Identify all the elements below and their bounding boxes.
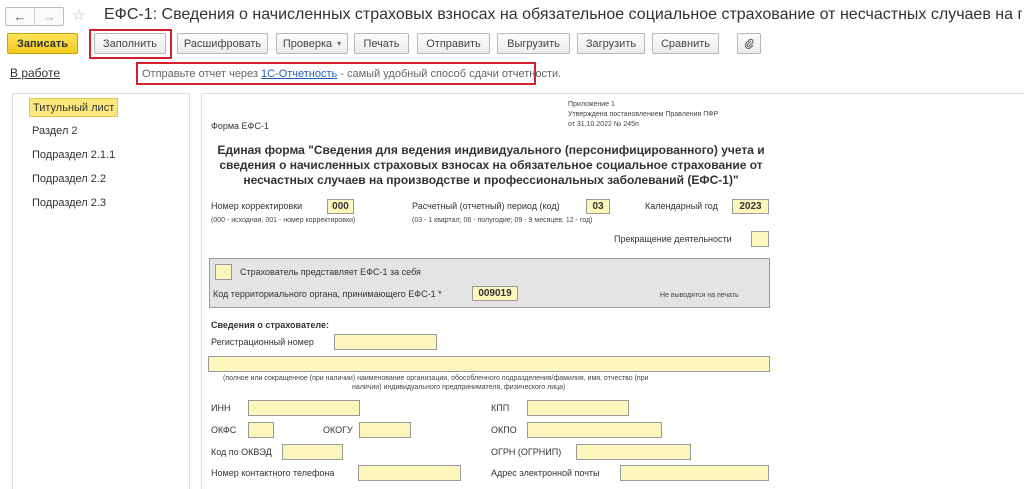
appendix-number: Приложение 1 (568, 101, 615, 108)
kpp-label: КПП (491, 403, 510, 413)
paperclip-icon (744, 38, 754, 49)
reporting-notice: Отправьте отчет через 1С-Отчетность - са… (136, 62, 561, 85)
registration-number-label: Регистрационный номер (211, 337, 314, 347)
decode-button[interactable]: Расшифровать (177, 33, 268, 54)
back-arrow-icon[interactable]: ← (6, 8, 34, 25)
check-button[interactable]: Проверка ▾ (276, 33, 348, 54)
insurer-section-heading: Сведения о страхователе: (211, 320, 329, 330)
organization-name-hint-1: (полное или сокращенное (при наличии) на… (223, 375, 649, 382)
appendix-approved: Утверждена постановлением Правления ПФР (568, 111, 719, 118)
ogrn-label: ОГРН (ОГРНИП) (491, 447, 562, 457)
compare-button[interactable]: Сравнить (652, 33, 719, 54)
calendar-year-field[interactable]: 2023 (732, 199, 769, 214)
ogrn-field[interactable] (576, 444, 691, 460)
sidebar-item-subsection-2-1-1[interactable]: Подраздел 2.1.1 (29, 146, 118, 165)
form-document: Приложение 1 Утверждена постановлением П… (201, 93, 1024, 489)
email-field[interactable] (620, 465, 769, 481)
appendix-date: от 31.10.2022 № 245п (568, 121, 639, 128)
forward-arrow-icon[interactable]: → (34, 8, 63, 25)
favorite-star-icon[interactable]: ☆ (72, 6, 85, 24)
window-title: ЕФС-1: Сведения о начисленных страховых … (104, 6, 1022, 23)
self-insurer-checkbox[interactable] (215, 264, 232, 280)
not-printed-note: Не выводятся на печать (660, 292, 739, 299)
okfs-field[interactable] (248, 422, 274, 438)
self-insurer-label: Страхователь представляет ЕФС-1 за себя (240, 267, 421, 277)
navigation-buttons: ← → (5, 7, 64, 26)
sidebar-item-subsection-2-3[interactable]: Подраздел 2.3 (29, 194, 109, 213)
territorial-body-label: Код территориального органа, принимающег… (213, 289, 442, 299)
territorial-body-field[interactable]: 009019 (472, 286, 518, 301)
sidebar-item-subsection-2-2[interactable]: Подраздел 2.2 (29, 170, 109, 189)
phone-field[interactable] (358, 465, 461, 481)
chevron-down-icon: ▾ (337, 39, 342, 48)
period-label: Расчетный (отчетный) период (код) (412, 201, 560, 211)
fill-button-highlight (89, 29, 172, 59)
okpo-field[interactable] (527, 422, 662, 438)
export-button[interactable]: Выгрузить (497, 33, 570, 54)
registration-number-field[interactable] (334, 334, 437, 350)
termination-checkbox[interactable] (751, 231, 769, 247)
sidebar-item-title-page[interactable]: Титульный лист (29, 98, 119, 117)
correction-number-label: Номер корректировки (211, 201, 303, 211)
inn-label: ИНН (211, 403, 231, 413)
termination-label: Прекращение деятельности (614, 234, 732, 244)
okved-label: Код по ОКВЭД (211, 447, 272, 457)
inn-field[interactable] (248, 400, 360, 416)
sections-sidebar: Титульный лист Раздел 2 Подраздел 2.1.1 … (12, 93, 190, 489)
period-field[interactable]: 03 (586, 199, 610, 214)
send-button[interactable]: Отправить (417, 33, 490, 54)
notice-text-before: Отправьте отчет через (142, 67, 258, 80)
kpp-field[interactable] (527, 400, 629, 416)
form-heading-line-1: Единая форма "Сведения для ведения индив… (217, 143, 765, 157)
print-button[interactable]: Печать (354, 33, 409, 54)
reporting-service-link[interactable]: 1С-Отчетность (261, 68, 337, 80)
correction-number-hint: (000 - исходная, 001 - номер корректиров… (211, 217, 356, 224)
okogu-field[interactable] (359, 422, 411, 438)
organization-name-hint-2: наличии) индивидуального предпринимателя… (352, 384, 566, 391)
status-link[interactable]: В работе (10, 66, 60, 80)
import-button[interactable]: Загрузить (577, 33, 645, 54)
calendar-year-label: Календарный год (645, 201, 718, 211)
organization-name-field[interactable] (208, 356, 770, 372)
okfs-label: ОКФС (211, 425, 237, 435)
period-hint: (03 - 1 квартал; 06 - полугодие; 09 - 9 … (412, 217, 593, 224)
okved-field[interactable] (282, 444, 343, 460)
attach-button[interactable] (737, 33, 761, 54)
form-heading-line-3: несчастных случаев на производстве и про… (243, 173, 739, 187)
okogu-label: ОКОГУ (323, 425, 353, 435)
service-panel: Страхователь представляет ЕФС-1 за себя … (209, 258, 770, 308)
notice-text-after: - самый удобный способ сдачи отчетности. (340, 67, 562, 80)
form-code: Форма ЕФС-1 (211, 121, 269, 131)
sidebar-item-section-2[interactable]: Раздел 2 (29, 122, 81, 141)
phone-label: Номер контактного телефона (211, 468, 335, 478)
form-heading-line-2: сведения о начисленных страховых взносах… (219, 158, 763, 172)
correction-number-field[interactable]: 000 (327, 199, 354, 214)
email-label: Адрес электронной почты (491, 468, 600, 478)
check-button-label: Проверка (282, 37, 333, 50)
okpo-label: ОКПО (491, 425, 517, 435)
save-button[interactable]: Записать (7, 33, 78, 54)
